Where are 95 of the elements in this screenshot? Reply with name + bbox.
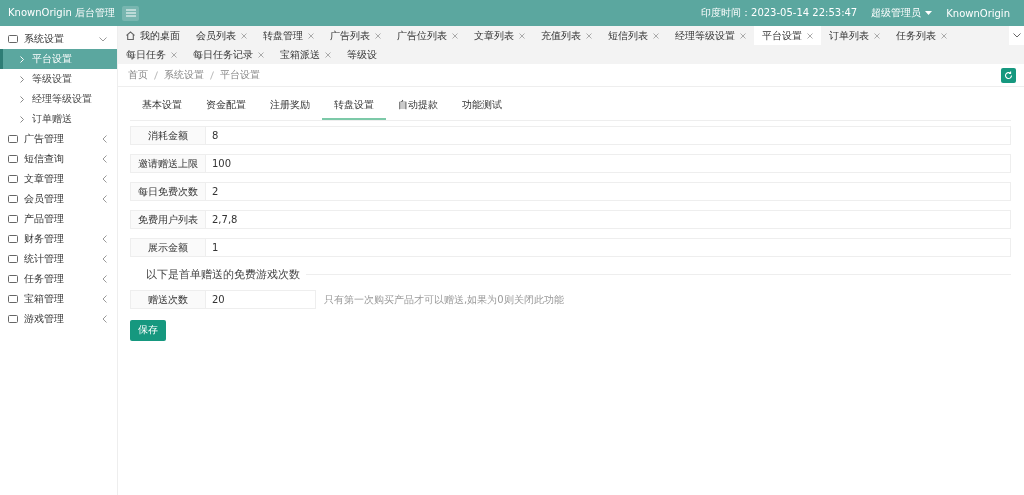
close-icon[interactable] xyxy=(519,32,525,39)
chevron-right-icon xyxy=(20,95,24,103)
close-icon[interactable] xyxy=(740,32,746,39)
input-field[interactable]: 8 xyxy=(206,126,1011,145)
sidebar-item[interactable]: 统计管理 xyxy=(0,249,117,269)
refresh-button[interactable] xyxy=(1001,67,1016,83)
field-label: 邀请赠送上限 xyxy=(130,154,206,173)
menu-item-icon xyxy=(8,34,18,44)
chevron-down-icon xyxy=(1012,33,1021,38)
close-icon[interactable] xyxy=(653,32,659,39)
page-tab[interactable]: 每日任务 xyxy=(118,45,185,64)
home-icon xyxy=(126,31,135,40)
chevron-left-icon xyxy=(102,135,107,143)
chevron-right-icon xyxy=(20,75,24,83)
close-icon[interactable] xyxy=(941,32,947,39)
page-tab[interactable]: 充值列表 xyxy=(533,26,600,45)
chevron-down-icon xyxy=(99,36,107,42)
menu-button[interactable] xyxy=(122,5,139,21)
sidebar-item[interactable]: 游戏管理 xyxy=(0,309,117,329)
sidebar-item[interactable]: 宝箱管理 xyxy=(0,289,117,309)
close-icon[interactable] xyxy=(258,51,264,58)
site-label: KnownOrigin xyxy=(946,7,1010,19)
close-icon[interactable] xyxy=(171,51,177,58)
input-field[interactable]: 2 xyxy=(206,182,1011,201)
sidebar-item[interactable]: 任务管理 xyxy=(0,269,117,289)
sidebar-item[interactable]: 会员管理 xyxy=(0,189,117,209)
form-tab[interactable]: 转盘设置 xyxy=(322,91,386,120)
chevron-left-icon xyxy=(102,195,107,203)
sidebar-item[interactable]: 广告管理 xyxy=(0,129,117,149)
breadcrumb-link[interactable]: 系统设置 xyxy=(164,68,204,82)
input-field[interactable]: 1 xyxy=(206,238,1011,257)
app-title: KnownOrigin 后台管理 xyxy=(7,6,116,20)
close-icon[interactable] xyxy=(807,32,813,39)
chevron-left-icon xyxy=(102,175,107,183)
chevron-left-icon xyxy=(102,235,107,243)
page-tab[interactable]: 宝箱派送 xyxy=(272,45,339,64)
menu-icon xyxy=(125,9,136,17)
input-field[interactable]: 20 xyxy=(206,290,316,309)
section-title: 以下是首单赠送的免费游戏次数 xyxy=(145,266,301,282)
save-button[interactable]: 保存 xyxy=(130,319,166,341)
close-icon[interactable] xyxy=(308,32,314,39)
field-label: 展示金额 xyxy=(130,238,206,257)
close-icon[interactable] xyxy=(375,32,381,39)
sidebar-item[interactable]: 文章管理 xyxy=(0,169,117,189)
sidebar-subitem[interactable]: 等级设置 xyxy=(0,69,117,89)
chevron-left-icon xyxy=(102,295,107,303)
sidebar-subitem[interactable]: 经理等级设置 xyxy=(0,89,117,109)
field-label: 消耗金额 xyxy=(130,126,206,145)
page-tab[interactable]: 平台设置 xyxy=(754,26,821,45)
separator-icon xyxy=(154,70,158,80)
page-tab[interactable]: 转盘管理 xyxy=(255,26,322,45)
sidebar-subitem[interactable]: 订单赠送 xyxy=(0,109,117,129)
close-icon[interactable] xyxy=(874,32,880,39)
separator-icon xyxy=(210,70,214,80)
page-tab[interactable]: 广告列表 xyxy=(322,26,389,45)
chevron-left-icon xyxy=(102,255,107,263)
page-tab[interactable]: 等级设 xyxy=(339,45,385,64)
chevron-left-icon xyxy=(102,315,107,323)
page-tab[interactable]: 任务列表 xyxy=(888,26,955,45)
page-tab[interactable]: 广告位列表 xyxy=(389,26,466,45)
sidebar-item[interactable]: 产品管理 xyxy=(0,209,117,229)
refresh-icon xyxy=(1004,70,1013,80)
caret-icon xyxy=(925,11,933,15)
field-label: 赠送次数 xyxy=(130,290,206,309)
close-icon[interactable] xyxy=(325,51,331,58)
breadcrumb-link[interactable]: 首页 xyxy=(128,68,148,82)
tab-menu-button[interactable] xyxy=(1009,26,1024,45)
chevron-right-icon xyxy=(20,115,24,123)
close-icon[interactable] xyxy=(241,32,247,39)
form-tab[interactable]: 资金配置 xyxy=(194,91,258,120)
page-tab[interactable]: 会员列表 xyxy=(188,26,255,45)
form-tab[interactable]: 基本设置 xyxy=(130,91,194,120)
input-field[interactable]: 2,7,8 xyxy=(206,210,1011,229)
sidebar-item[interactable]: 财务管理 xyxy=(0,229,117,249)
page-tab[interactable]: 我的桌面 xyxy=(118,26,188,45)
form-tab[interactable]: 自动提款 xyxy=(386,91,450,120)
time-label: 印度时间：2023-05-14 22:53:47 xyxy=(701,6,858,20)
field-label: 免费用户列表 xyxy=(130,210,206,229)
page-tab[interactable]: 订单列表 xyxy=(821,26,888,45)
field-label: 每日免费次数 xyxy=(130,182,206,201)
form-tab[interactable]: 功能测试 xyxy=(450,91,514,120)
chevron-left-icon xyxy=(102,155,107,163)
breadcrumb-link[interactable]: 平台设置 xyxy=(220,68,260,82)
chevron-left-icon xyxy=(102,275,107,283)
page-tab[interactable]: 经理等级设置 xyxy=(667,26,754,45)
chevron-right-icon xyxy=(20,55,24,63)
page-tab[interactable]: 文章列表 xyxy=(466,26,533,45)
close-icon[interactable] xyxy=(586,32,592,39)
form-tab[interactable]: 注册奖励 xyxy=(258,91,322,120)
sidebar-item[interactable]: 系统设置 xyxy=(0,29,117,49)
input-field[interactable]: 100 xyxy=(206,154,1011,173)
sidebar-item[interactable]: 短信查询 xyxy=(0,149,117,169)
close-icon[interactable] xyxy=(452,32,458,39)
page-tab[interactable]: 短信列表 xyxy=(600,26,667,45)
page-tab[interactable]: 每日任务记录 xyxy=(185,45,272,64)
